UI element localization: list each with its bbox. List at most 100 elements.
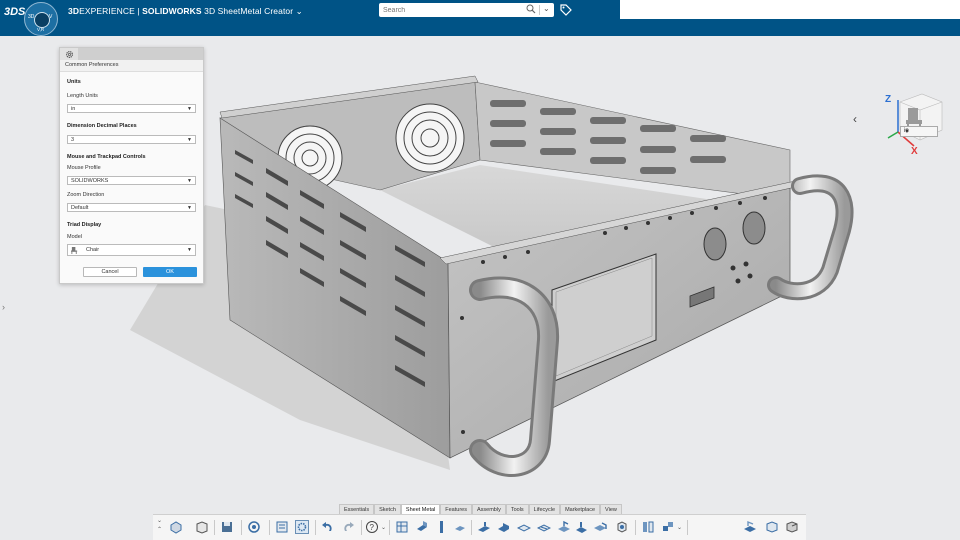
mouse-profile-label: Mouse Profile (67, 165, 101, 171)
decimal-places-select[interactable]: 3 ▼ (67, 135, 196, 144)
compass-button[interactable]: 3D V V,R (24, 2, 58, 36)
separator (635, 520, 636, 535)
search-icon[interactable] (526, 4, 536, 14)
search-box[interactable]: ⌄ (379, 3, 554, 17)
actionbar-expand-chevron-icon[interactable]: ⌃ (157, 526, 162, 533)
decimal-places-value: 3 (71, 137, 75, 143)
search-input[interactable] (383, 4, 518, 16)
app-chevron-down-icon[interactable]: ⌄ (296, 6, 303, 16)
export-icon[interactable] (785, 520, 799, 534)
open-icon[interactable] (195, 520, 209, 534)
zoom-direction-select[interactable]: Default ▼ (67, 203, 196, 212)
settings-tab[interactable] (60, 48, 79, 60)
tab-features[interactable]: Features (440, 504, 472, 514)
cross-break-icon[interactable] (537, 520, 551, 534)
zoom-direction-caret-icon: ▼ (187, 205, 192, 211)
left-panel-chevron-icon[interactable]: › (2, 302, 5, 312)
length-units-value: in (71, 106, 76, 112)
top-right-panel (620, 0, 960, 19)
search-separator (539, 5, 540, 15)
model-value: Chair (86, 247, 100, 253)
edge-flange-icon[interactable] (435, 520, 449, 534)
length-units-label: Length Units (67, 93, 98, 99)
tab-sketch[interactable]: Sketch (374, 504, 401, 514)
separator (687, 520, 688, 535)
redo-icon[interactable] (341, 520, 355, 534)
preferences-gear-icon[interactable] (295, 520, 309, 534)
common-preferences-dialog: Common Preferences Units Length Units in… (59, 47, 204, 284)
jog-icon[interactable] (497, 520, 511, 534)
tab-lifecycle[interactable]: Lifecycle (528, 504, 561, 514)
view-cube[interactable]: Z X (880, 88, 946, 158)
separator (214, 520, 215, 535)
mirror-icon[interactable] (641, 520, 655, 534)
tab-tools[interactable]: Tools (505, 504, 529, 514)
zoom-direction-label: Zoom Direction (67, 192, 105, 198)
properties-icon[interactable] (275, 520, 289, 534)
title-product: SOLIDWORKS (142, 6, 202, 16)
fold-icon[interactable] (575, 520, 589, 534)
app-title: 3DEXPERIENCE | SOLIDWORKS 3D SheetMetal … (68, 6, 303, 16)
actionbar-collapse-chevron-icon[interactable]: ⌄ (157, 517, 162, 524)
mouse-profile-select[interactable]: SOLIDWORKS ▼ (67, 176, 196, 185)
tab-sheet-metal[interactable]: Sheet Metal (400, 504, 441, 514)
triad-section-title: Triad Display (67, 222, 102, 228)
brand-logo: 3DS (4, 6, 26, 18)
undo-icon[interactable] (321, 520, 335, 534)
title-app-name: 3D SheetMetal Creator (204, 6, 294, 16)
separator (471, 520, 472, 535)
hem-icon[interactable] (477, 520, 491, 534)
help-chevron-icon[interactable]: ⌄ (381, 524, 386, 531)
tab-essentials[interactable]: Essentials (339, 504, 375, 514)
gear-icon (65, 50, 74, 59)
action-bar-tabs: Essentials Sketch Sheet Metal Features A… (339, 504, 622, 514)
unit-select-caret-icon: ▼ (904, 129, 910, 135)
length-units-select[interactable]: in ▼ (67, 104, 196, 113)
unit-select[interactable]: in ▼ (900, 126, 938, 137)
cancel-button[interactable]: Cancel (83, 267, 137, 277)
decimal-places-caret-icon: ▼ (187, 137, 192, 143)
dialog-tabbar (78, 48, 203, 60)
dialog-header: Common Preferences (60, 60, 203, 72)
new-part-icon[interactable] (169, 520, 183, 534)
sheet-metal-parameters-icon[interactable] (395, 520, 409, 534)
unfold-icon[interactable] (557, 520, 571, 534)
mouse-profile-caret-icon: ▼ (187, 178, 192, 184)
compass-label-vr: V,R (37, 27, 45, 32)
length-units-caret-icon: ▼ (187, 106, 192, 112)
view-back-chevron-icon[interactable]: ‹ (853, 112, 857, 126)
search-chevron-down-icon[interactable]: ⌄ (543, 4, 550, 13)
pattern-icon[interactable] (661, 520, 675, 534)
mouse-profile-value: SOLIDWORKS (71, 178, 109, 184)
corner-icon[interactable] (593, 520, 607, 534)
action-bar: ⌄ ⌃ ? ⌄ ⌄ (153, 514, 806, 540)
compass-label-v: V (49, 14, 53, 20)
zoom-direction-value: Default (71, 205, 89, 211)
sketched-bend-icon[interactable] (517, 520, 531, 534)
pattern-chevron-icon[interactable]: ⌄ (677, 524, 682, 531)
tab-marketplace[interactable]: Marketplace (560, 504, 601, 514)
separator (315, 520, 316, 535)
model-select[interactable]: Chair ▼ (67, 244, 196, 256)
flatten-icon[interactable] (615, 520, 629, 534)
base-flange-icon[interactable] (415, 520, 429, 534)
help-icon[interactable]: ? (365, 520, 379, 534)
ok-button[interactable]: OK (143, 267, 197, 277)
save-icon[interactable] (220, 520, 234, 534)
tab-view[interactable]: View (600, 504, 622, 514)
separator (269, 520, 270, 535)
model-label: Model (67, 234, 82, 240)
miter-flange-icon[interactable] (453, 520, 467, 534)
compass-play-icon (34, 12, 50, 28)
separator (241, 520, 242, 535)
tab-assembly[interactable]: Assembly (471, 504, 506, 514)
axis-x-label: X (911, 146, 918, 157)
mouse-section-title: Mouse and Trackpad Controls (67, 154, 146, 160)
insert-part-icon[interactable] (743, 520, 757, 534)
separator (361, 520, 362, 535)
tag-icon[interactable] (560, 4, 572, 16)
units-section-title: Units (67, 79, 81, 85)
convert-icon[interactable] (765, 520, 779, 534)
decimal-section-title: Dimension Decimal Places (67, 123, 137, 129)
lifecycle-icon[interactable] (247, 520, 261, 534)
